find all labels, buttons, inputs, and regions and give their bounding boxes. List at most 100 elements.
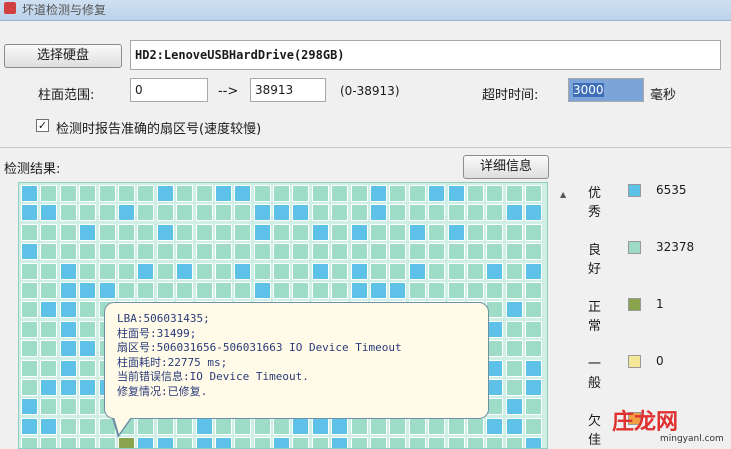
scan-block[interactable] <box>59 204 77 222</box>
scan-block[interactable] <box>389 185 407 202</box>
scan-block[interactable] <box>98 262 116 280</box>
scan-block[interactable] <box>156 437 174 448</box>
scan-block[interactable] <box>331 417 349 435</box>
scan-block[interactable] <box>40 204 58 222</box>
scan-block[interactable] <box>331 437 349 448</box>
scan-block[interactable] <box>253 417 271 435</box>
scan-block[interactable] <box>447 281 465 299</box>
scan-block[interactable] <box>156 204 174 222</box>
scan-block[interactable] <box>525 398 543 416</box>
scan-block[interactable] <box>40 320 58 338</box>
scan-block[interactable] <box>137 417 155 435</box>
scan-block[interactable] <box>59 437 77 448</box>
scan-block[interactable] <box>195 437 213 448</box>
scan-block[interactable] <box>98 185 116 202</box>
scan-block[interactable] <box>370 417 388 435</box>
scan-block[interactable] <box>59 301 77 319</box>
scan-block[interactable] <box>176 243 194 261</box>
scan-block[interactable] <box>505 417 523 435</box>
scan-block[interactable] <box>447 223 465 241</box>
scan-block[interactable] <box>486 281 504 299</box>
scan-block[interactable] <box>505 223 523 241</box>
scan-block[interactable] <box>98 437 116 448</box>
scan-block[interactable] <box>79 281 97 299</box>
scan-block[interactable] <box>176 204 194 222</box>
scan-block[interactable] <box>408 417 426 435</box>
scan-block[interactable] <box>253 262 271 280</box>
scan-block[interactable] <box>253 204 271 222</box>
scan-block[interactable] <box>311 204 329 222</box>
scan-block[interactable] <box>350 437 368 448</box>
scan-block[interactable] <box>370 437 388 448</box>
scan-block[interactable] <box>117 262 135 280</box>
scan-block[interactable] <box>214 243 232 261</box>
scan-block[interactable] <box>273 243 291 261</box>
scan-block[interactable] <box>292 243 310 261</box>
scan-block[interactable] <box>59 223 77 241</box>
scan-block[interactable] <box>214 437 232 448</box>
scan-block[interactable] <box>79 185 97 202</box>
scan-block[interactable] <box>79 359 97 377</box>
scan-block[interactable] <box>137 223 155 241</box>
scan-block[interactable] <box>486 262 504 280</box>
scan-block[interactable] <box>234 223 252 241</box>
scan-block[interactable] <box>408 262 426 280</box>
scan-block[interactable] <box>466 262 484 280</box>
scan-block[interactable] <box>428 417 446 435</box>
scan-block[interactable] <box>21 262 38 280</box>
scan-block[interactable] <box>273 185 291 202</box>
scan-block[interactable] <box>486 185 504 202</box>
scan-block[interactable] <box>117 185 135 202</box>
scan-block[interactable] <box>253 185 271 202</box>
scan-block[interactable] <box>505 437 523 448</box>
scan-block[interactable] <box>486 437 504 448</box>
scan-block[interactable] <box>292 437 310 448</box>
scan-block[interactable] <box>214 262 232 280</box>
scan-block[interactable] <box>525 223 543 241</box>
scan-block[interactable] <box>176 437 194 448</box>
scan-block[interactable] <box>486 204 504 222</box>
scan-block[interactable] <box>176 281 194 299</box>
scan-block[interactable] <box>79 340 97 358</box>
scan-block[interactable] <box>350 281 368 299</box>
scan-block[interactable] <box>370 243 388 261</box>
scan-block[interactable] <box>40 378 58 396</box>
scan-block[interactable] <box>79 262 97 280</box>
scan-block[interactable] <box>370 281 388 299</box>
scan-block[interactable] <box>408 281 426 299</box>
scan-block[interactable] <box>234 417 252 435</box>
scan-block[interactable] <box>59 359 77 377</box>
scan-block[interactable] <box>331 243 349 261</box>
scan-block[interactable] <box>311 437 329 448</box>
scan-block[interactable] <box>273 204 291 222</box>
scan-block[interactable] <box>176 185 194 202</box>
scan-block[interactable] <box>273 281 291 299</box>
scan-block[interactable] <box>466 223 484 241</box>
scan-block[interactable] <box>40 437 58 448</box>
scan-block[interactable] <box>292 204 310 222</box>
scan-block[interactable] <box>79 378 97 396</box>
scan-block[interactable] <box>137 281 155 299</box>
scan-block[interactable] <box>21 359 38 377</box>
scan-block[interactable] <box>156 262 174 280</box>
scan-block[interactable] <box>234 281 252 299</box>
scan-block[interactable] <box>79 398 97 416</box>
scan-block[interactable] <box>389 223 407 241</box>
scan-block[interactable] <box>195 204 213 222</box>
scan-block[interactable] <box>79 243 97 261</box>
scan-block[interactable] <box>311 417 329 435</box>
scan-block[interactable] <box>117 223 135 241</box>
scan-block[interactable] <box>525 204 543 222</box>
scan-block[interactable] <box>79 204 97 222</box>
scan-block[interactable] <box>525 437 543 448</box>
scan-block[interactable] <box>389 262 407 280</box>
scan-block[interactable] <box>176 417 194 435</box>
scan-block[interactable] <box>40 223 58 241</box>
scan-block[interactable] <box>505 301 523 319</box>
scan-block[interactable] <box>331 223 349 241</box>
scan-block[interactable] <box>176 223 194 241</box>
scan-block[interactable] <box>59 378 77 396</box>
scan-block[interactable] <box>273 417 291 435</box>
scan-block[interactable] <box>273 223 291 241</box>
scan-block[interactable] <box>447 262 465 280</box>
